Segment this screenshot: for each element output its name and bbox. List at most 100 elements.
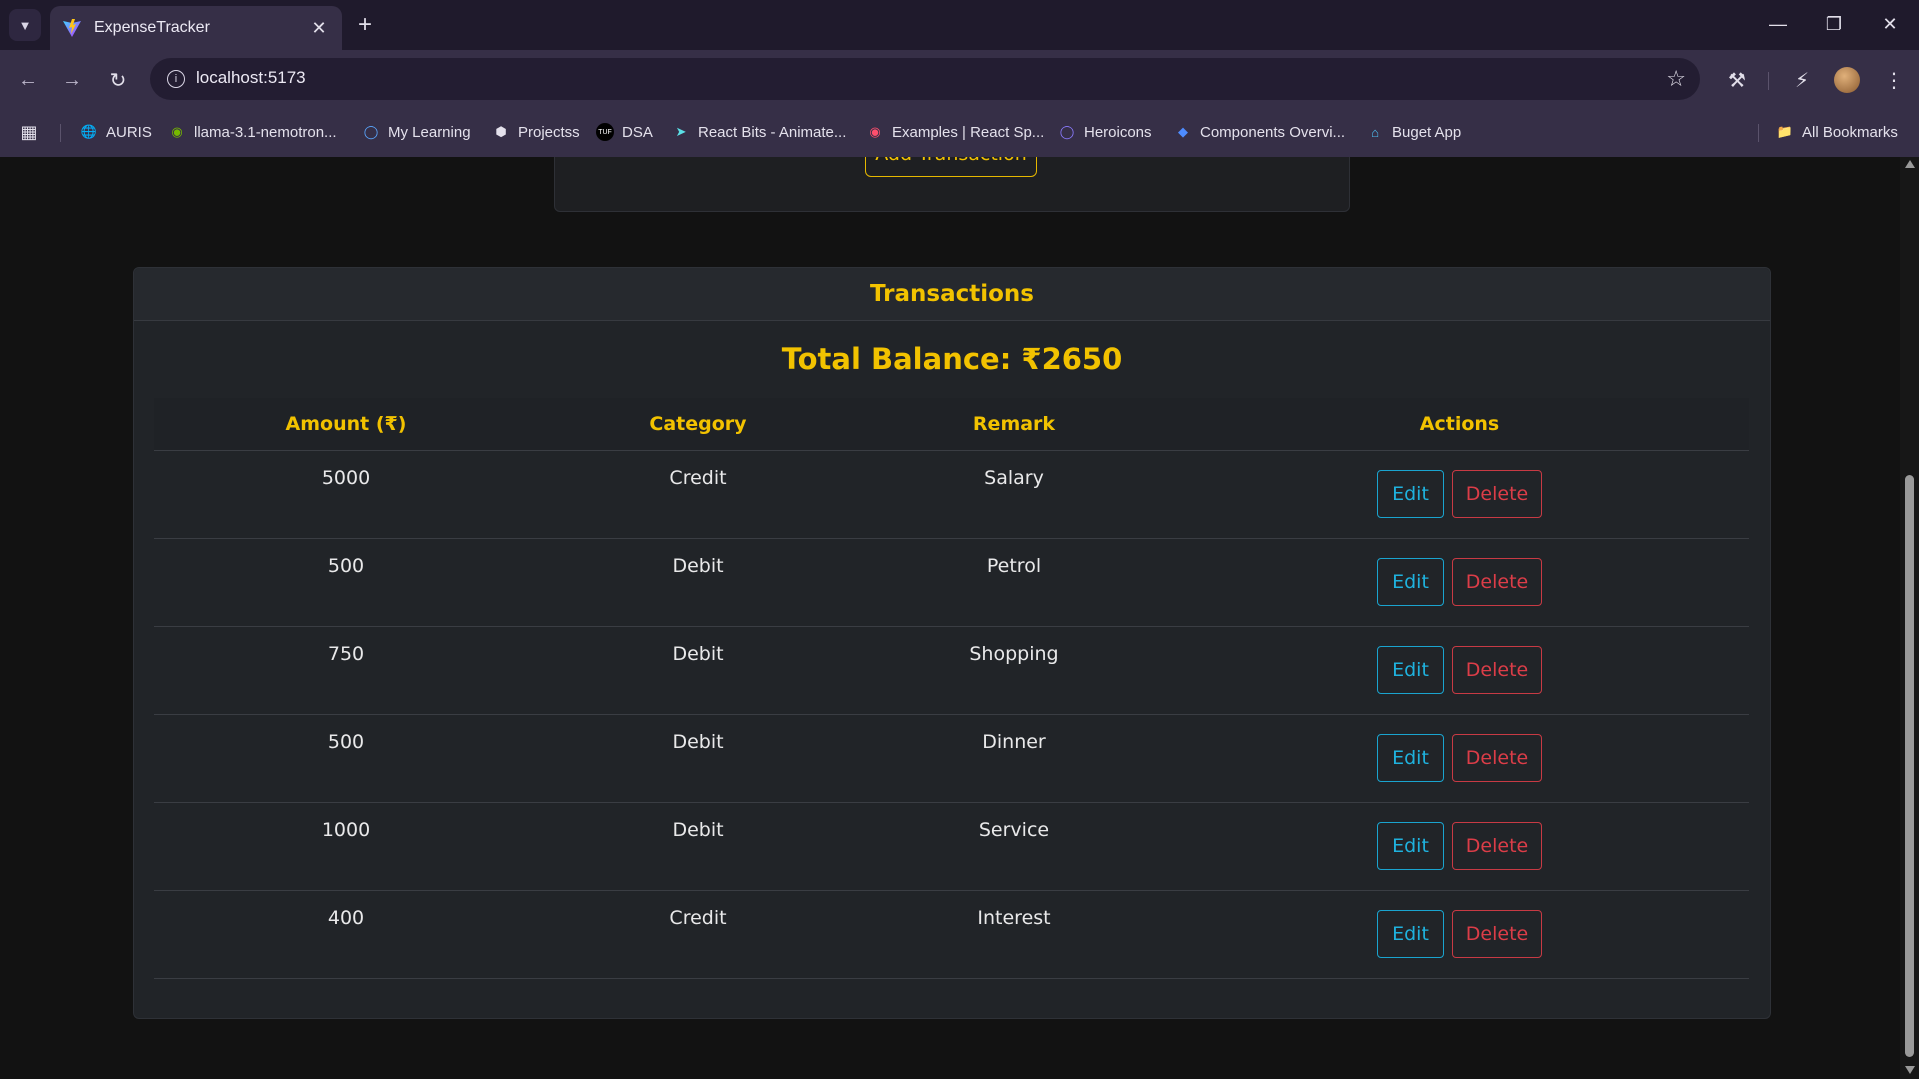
amount-cell: 1000 <box>154 802 538 891</box>
transactions-body: 5000 Credit Salary Edit Delete 500 Debit Petrol… <box>154 450 1749 979</box>
new-tab-button[interactable]: + <box>352 11 378 38</box>
restore-icon[interactable]: ❐ <box>1814 8 1854 40</box>
toolbar-divider <box>1768 72 1769 90</box>
performance-icon[interactable]: ⚡ <box>1788 66 1816 94</box>
delete-button[interactable]: Delete <box>1452 734 1542 782</box>
bookmark-auris[interactable]: 🌐 AURIS <box>80 112 152 152</box>
column-header-actions: Actions <box>1170 398 1749 451</box>
column-header-remark: Remark <box>858 398 1170 451</box>
components-icon: ◆ <box>1178 124 1188 139</box>
edit-button[interactable]: Edit <box>1377 734 1444 782</box>
globe-icon: 🌐 <box>80 124 98 139</box>
actions-cell: Edit Delete <box>1170 538 1749 627</box>
close-tab-icon[interactable]: ✕ <box>308 17 330 39</box>
tab-search-button[interactable]: ▼ <box>9 9 41 41</box>
scroll-down-arrow-icon[interactable] <box>1905 1066 1915 1074</box>
bookmark-star-icon[interactable]: ☆ <box>1666 66 1686 92</box>
remark-cell: Petrol <box>858 538 1170 627</box>
page-content: Add Transaction Transactions Total Balan… <box>0 157 1900 1079</box>
menu-icon[interactable]: ⋮ <box>1880 66 1908 94</box>
remark-cell: Salary <box>858 450 1170 539</box>
table-row: 750 Debit Shopping Edit Delete <box>154 626 1749 715</box>
actions-cell: Edit Delete <box>1170 626 1749 715</box>
edit-button[interactable]: Edit <box>1377 646 1444 694</box>
transactions-card: Transactions Total Balance: ₹2650 Amount… <box>133 267 1771 1019</box>
remark-cell: Shopping <box>858 626 1170 715</box>
tab-title: ExpenseTracker <box>94 19 210 36</box>
bookmark-dsa[interactable]: TUF DSA <box>596 112 653 152</box>
project-icon: ⬢ <box>495 124 507 139</box>
column-header-category: Category <box>538 398 858 451</box>
apps-icon[interactable]: ▦ <box>20 112 46 152</box>
bookmark-react-spring[interactable]: ◉ Examples | React Sp... <box>866 112 1044 152</box>
reload-icon[interactable]: ↻ <box>104 66 132 94</box>
category-cell: Debit <box>538 626 858 715</box>
actions-cell: Edit Delete <box>1170 450 1749 539</box>
table-header-row: Amount (₹) Category Remark Actions <box>154 398 1749 451</box>
extensions-icon[interactable]: ⚒ <box>1723 66 1751 94</box>
close-window-icon[interactable]: ✕ <box>1870 8 1910 40</box>
edit-button[interactable]: Edit <box>1377 910 1444 958</box>
add-transaction-card: Add Transaction <box>554 157 1350 212</box>
shield-icon: ◯ <box>1059 124 1075 139</box>
bookmark-my-learning[interactable]: ◯ My Learning <box>362 112 471 152</box>
table-row: 1000 Debit Service Edit Delete <box>154 802 1749 891</box>
delete-button[interactable]: Delete <box>1452 646 1542 694</box>
amount-cell: 5000 <box>154 450 538 539</box>
all-bookmarks[interactable]: 📁 All Bookmarks <box>1776 112 1898 152</box>
learning-icon: ◯ <box>363 124 379 139</box>
react-spring-icon: ◉ <box>869 124 881 139</box>
table-row: 500 Debit Dinner Edit Delete <box>154 714 1749 803</box>
edit-button[interactable]: Edit <box>1377 558 1444 606</box>
bookmark-heroicons[interactable]: ◯ Heroicons <box>1058 112 1152 152</box>
bookmarks-divider-right <box>1758 124 1759 142</box>
vite-icon <box>63 19 81 37</box>
tuf-icon: TUF <box>596 123 614 141</box>
total-balance: Total Balance: ₹2650 <box>781 342 1123 376</box>
bookmark-buget-app[interactable]: ⌂ Buget App <box>1366 112 1461 152</box>
site-info-icon[interactable]: i <box>167 70 185 88</box>
delete-button[interactable]: Delete <box>1452 822 1542 870</box>
back-icon[interactable]: ← <box>14 66 42 94</box>
bookmark-react-bits[interactable]: ➤ React Bits - Animate... <box>672 112 847 152</box>
delete-button[interactable]: Delete <box>1452 558 1542 606</box>
bookmark-llama[interactable]: ◉ llama-3.1-nemotron... <box>168 112 336 152</box>
page-scrollbar-thumb[interactable] <box>1905 475 1914 1057</box>
browser-toolbar: ← → ↻ i localhost:5173 ☆ ⚒ ⚡ ⋮ ▦ 🌐 AURIS… <box>0 50 1919 157</box>
tab-expensetracker[interactable]: ExpenseTracker ✕ <box>50 6 342 50</box>
remark-cell: Service <box>858 802 1170 891</box>
actions-cell: Edit Delete <box>1170 714 1749 803</box>
scroll-up-arrow-icon[interactable] <box>1905 160 1915 168</box>
react-bits-icon: ➤ <box>675 124 687 139</box>
profile-avatar[interactable] <box>1834 67 1860 93</box>
remark-cell: Interest <box>858 890 1170 979</box>
bookmark-projectss[interactable]: ⬢ Projectss <box>492 112 579 152</box>
category-cell: Debit <box>538 538 858 627</box>
category-cell: Credit <box>538 450 858 539</box>
amount-cell: 500 <box>154 714 538 803</box>
table-row: 500 Debit Petrol Edit Delete <box>154 538 1749 627</box>
edit-button[interactable]: Edit <box>1377 470 1444 518</box>
remark-cell: Dinner <box>858 714 1170 803</box>
folder-icon: 📁 <box>1776 124 1794 139</box>
delete-button[interactable]: Delete <box>1452 470 1542 518</box>
bookmarks-bar: ▦ 🌐 AURIS ◉ llama-3.1-nemotron... ◯ My L… <box>0 112 1919 152</box>
category-cell: Debit <box>538 714 858 803</box>
amount-cell: 500 <box>154 538 538 627</box>
chevron-down-icon: ▼ <box>18 17 32 33</box>
minimize-icon[interactable]: — <box>1758 8 1798 40</box>
bookmark-components[interactable]: ◆ Components Overvi... <box>1174 112 1345 152</box>
amount-cell: 400 <box>154 890 538 979</box>
edit-button[interactable]: Edit <box>1377 822 1444 870</box>
table-row: 5000 Credit Salary Edit Delete <box>154 450 1749 539</box>
table-row: 400 Credit Interest Edit Delete <box>154 890 1749 979</box>
add-transaction-button[interactable]: Add Transaction <box>865 157 1037 177</box>
transactions-table: Amount (₹) Category Remark Actions 5000 C… <box>154 398 1749 979</box>
bookmarks-divider <box>60 124 61 142</box>
nvidia-icon: ◉ <box>171 124 183 139</box>
delete-button[interactable]: Delete <box>1452 910 1542 958</box>
amount-cell: 750 <box>154 626 538 715</box>
forward-icon[interactable]: → <box>58 66 86 94</box>
address-bar[interactable]: i localhost:5173 ☆ <box>150 58 1700 100</box>
actions-cell: Edit Delete <box>1170 890 1749 979</box>
